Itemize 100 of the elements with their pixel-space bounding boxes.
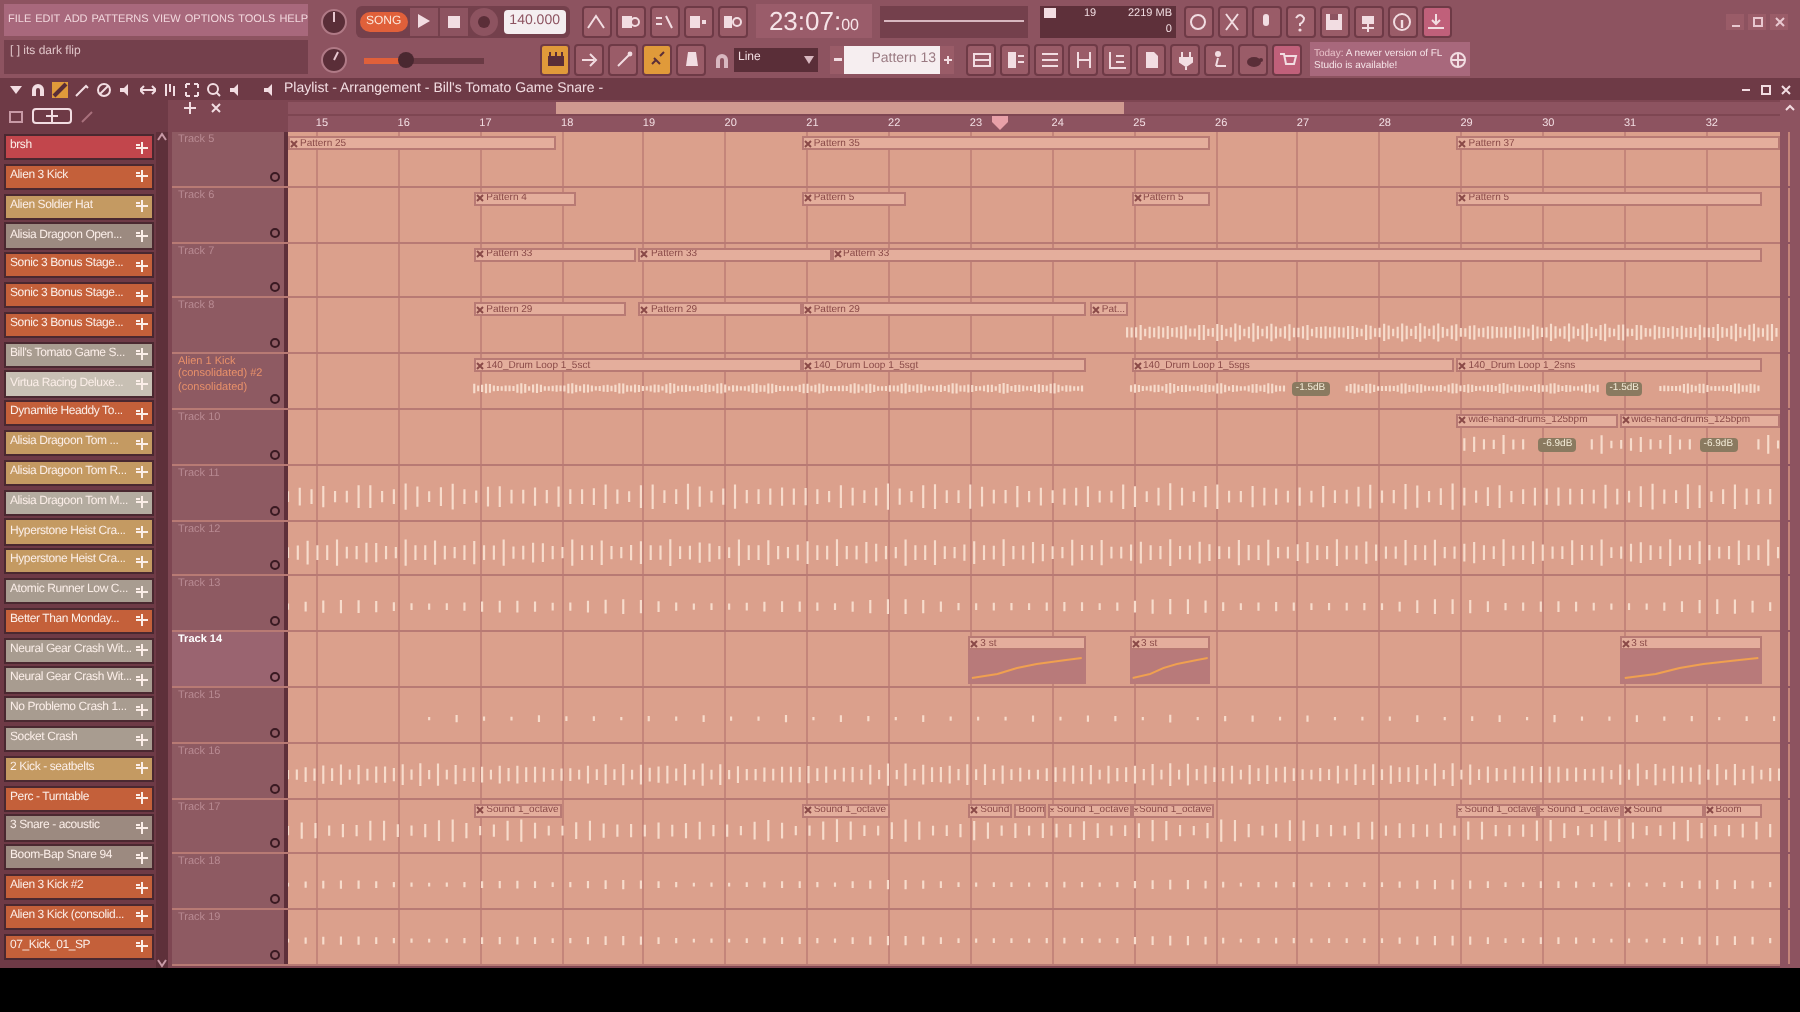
clip-menu-icon[interactable] <box>803 361 812 370</box>
play-button[interactable] <box>409 7 438 35</box>
minimize-button[interactable] <box>1726 13 1744 29</box>
track-status-icon[interactable] <box>270 671 280 682</box>
route-icon[interactable] <box>136 614 148 627</box>
route-icon[interactable] <box>136 526 148 538</box>
metronome-icon[interactable] <box>581 5 612 37</box>
clip-menu-icon[interactable] <box>1131 639 1140 648</box>
route-icon[interactable] <box>136 466 148 479</box>
magnet-icon[interactable] <box>714 51 730 67</box>
zoom-icon[interactable] <box>206 82 222 98</box>
clip-menu-icon[interactable] <box>803 806 812 815</box>
remove-track-button[interactable] <box>206 101 224 115</box>
clip-menu-icon[interactable] <box>476 806 485 815</box>
route-icon[interactable] <box>136 585 148 598</box>
clip-menu-icon[interactable] <box>1458 139 1467 147</box>
dropdown-arrow-icon[interactable] <box>8 82 24 98</box>
clip-menu-icon[interactable] <box>1621 416 1630 425</box>
download-icon[interactable] <box>1421 5 1452 37</box>
cut-icon[interactable] <box>1217 5 1248 37</box>
track-status-icon[interactable] <box>270 783 280 794</box>
clip-menu-icon[interactable] <box>833 250 842 259</box>
vertical-scrollbar[interactable] <box>1780 100 1800 968</box>
clip-menu-icon[interactable] <box>476 305 485 314</box>
route-icon[interactable] <box>136 200 148 213</box>
route-icon[interactable] <box>136 407 148 420</box>
minimize-button[interactable] <box>1738 83 1752 97</box>
cart-icon[interactable] <box>1272 43 1302 75</box>
route-icon[interactable] <box>136 762 148 775</box>
pattern-dropdown-button[interactable] <box>940 45 954 73</box>
route-icon[interactable] <box>136 644 148 657</box>
track-status-icon[interactable] <box>270 727 280 738</box>
clip-menu-icon[interactable] <box>640 305 649 314</box>
magnet-icon[interactable] <box>30 82 46 98</box>
route-icon[interactable] <box>136 673 148 686</box>
piano-roll-icon[interactable] <box>540 43 570 75</box>
clip-menu-icon[interactable] <box>1091 305 1100 314</box>
track-status-icon[interactable] <box>270 282 280 293</box>
add-channel-button[interactable] <box>32 108 72 124</box>
draw-tool-icon[interactable] <box>52 82 68 98</box>
route-icon[interactable] <box>136 170 148 183</box>
recording-icon[interactable] <box>615 5 646 37</box>
track-status-icon[interactable] <box>270 171 280 182</box>
add-track-button[interactable] <box>180 101 198 115</box>
clip-menu-icon[interactable] <box>1050 806 1055 815</box>
slice-tool-icon[interactable] <box>162 82 178 98</box>
restore-button[interactable] <box>1758 83 1772 97</box>
clip-menu-icon[interactable] <box>1623 806 1632 815</box>
clip-menu-icon[interactable] <box>640 250 649 259</box>
list-icon[interactable] <box>1034 43 1064 75</box>
track-status-icon[interactable] <box>270 616 280 627</box>
undo-icon[interactable] <box>1183 5 1214 37</box>
plug-icon[interactable] <box>1170 43 1200 75</box>
browser-icon[interactable] <box>1102 43 1132 75</box>
rack-options-icon[interactable] <box>8 109 24 123</box>
document-icon[interactable] <box>1136 43 1166 75</box>
route-icon[interactable] <box>136 733 148 746</box>
clip-menu-icon[interactable] <box>476 250 485 259</box>
track-status-icon[interactable] <box>270 949 280 960</box>
clip-menu-icon[interactable] <box>476 361 485 370</box>
save-icon[interactable] <box>1319 5 1350 37</box>
track-status-icon[interactable] <box>270 505 280 516</box>
person-icon[interactable] <box>1204 43 1234 75</box>
brush-icon[interactable] <box>608 43 638 75</box>
clip-menu-icon[interactable] <box>803 194 812 203</box>
info-icon[interactable] <box>1387 5 1418 37</box>
clip-menu-icon[interactable] <box>476 194 485 203</box>
clip-menu-icon[interactable] <box>1133 361 1142 370</box>
route-icon[interactable] <box>136 703 148 716</box>
route-icon[interactable] <box>136 555 148 568</box>
route-icon[interactable] <box>136 259 148 272</box>
route-icon[interactable] <box>136 821 148 834</box>
route-icon[interactable] <box>136 792 148 805</box>
route-icon[interactable] <box>136 230 148 243</box>
track-status-icon[interactable] <box>270 393 280 404</box>
knob-icon[interactable] <box>320 45 348 73</box>
clip-menu-icon[interactable] <box>970 806 979 815</box>
route-icon[interactable] <box>136 940 148 953</box>
knob-icon[interactable] <box>320 7 348 35</box>
clip-menu-icon[interactable] <box>1458 361 1467 370</box>
overview-scrollbar[interactable] <box>288 102 1780 114</box>
keyboard-icon[interactable] <box>683 5 714 37</box>
loop-record-icon[interactable] <box>717 5 748 37</box>
countdown-icon[interactable] <box>649 5 680 37</box>
track-status-icon[interactable] <box>270 449 280 460</box>
track-status-icon[interactable] <box>270 560 280 571</box>
route-icon[interactable] <box>136 289 148 302</box>
stamp-icon[interactable] <box>676 43 706 75</box>
plugin-icon[interactable] <box>1068 43 1098 75</box>
clip-menu-icon[interactable] <box>1458 416 1467 425</box>
maximize-button[interactable] <box>1748 13 1766 29</box>
slip-tool-icon[interactable] <box>140 82 156 98</box>
route-icon[interactable] <box>136 437 148 450</box>
clip-menu-icon[interactable] <box>970 639 979 648</box>
paint-tool-icon[interactable] <box>74 82 90 98</box>
clip-menu-icon[interactable] <box>1133 194 1142 203</box>
clip-menu-icon[interactable] <box>1705 806 1714 815</box>
clip-menu-icon[interactable] <box>803 139 812 147</box>
help-icon[interactable] <box>1285 5 1316 37</box>
route-icon[interactable] <box>136 318 148 331</box>
